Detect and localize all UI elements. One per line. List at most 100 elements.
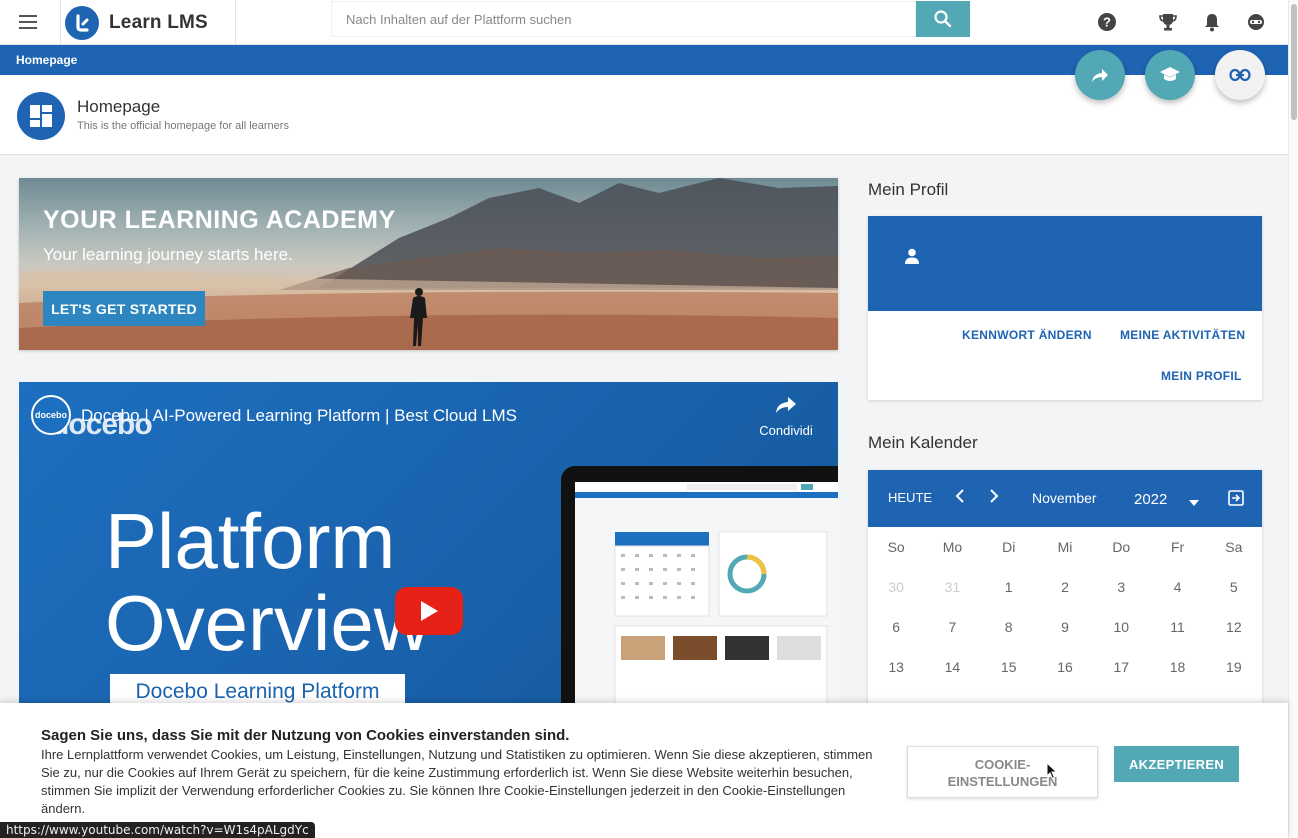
banner-subtitle: Your learning journey starts here. xyxy=(43,245,293,264)
calendar-day[interactable]: 1 xyxy=(981,579,1037,595)
export-calendar-button[interactable] xyxy=(1228,490,1244,509)
calendar-day[interactable]: 11 xyxy=(1149,619,1205,635)
cookie-settings-label-line1: COOKIE- xyxy=(974,757,1031,772)
calendar-section-title: Mein Kalender xyxy=(868,433,978,452)
calendar-day[interactable]: 15 xyxy=(981,659,1037,675)
mouse-cursor-icon xyxy=(1046,761,1058,785)
week-row: 6 7 8 9 10 11 12 xyxy=(868,607,1262,647)
calendar-day[interactable]: 8 xyxy=(981,619,1037,635)
weekday-label: Sa xyxy=(1225,539,1243,555)
top-bar: Learn LMS ? xyxy=(0,0,1288,45)
cookie-settings-label-line2: EINSTELLUNGEN xyxy=(947,774,1058,789)
breadcrumb-item-homepage[interactable]: Homepage xyxy=(16,53,77,67)
hero-banner: YOUR LEARNING ACADEMY Your learning jour… xyxy=(19,178,838,350)
change-password-link[interactable]: KENNWORT ÄNDERN xyxy=(962,328,1092,342)
calendar-day[interactable]: 30 xyxy=(868,579,924,595)
laptop-screen xyxy=(575,482,838,712)
cookie-text: Ihre Lernplattform verwendet Cookies, um… xyxy=(41,747,873,816)
calendar-day[interactable]: 9 xyxy=(1037,619,1093,635)
calendar-day[interactable]: 31 xyxy=(924,579,980,595)
chevron-down-icon[interactable] xyxy=(1188,494,1200,510)
calendar-day[interactable]: 3 xyxy=(1093,579,1149,595)
page-scrollbar[interactable] xyxy=(1288,0,1298,838)
calendar-day[interactable]: 13 xyxy=(868,659,924,675)
weekday-label: So xyxy=(887,539,905,555)
copy-link-fab-button[interactable] xyxy=(1215,50,1265,100)
year-select[interactable]: 2022 xyxy=(1134,491,1167,508)
accept-cookies-button[interactable]: AKZEPTIEREN xyxy=(1114,746,1239,782)
calendar-day[interactable]: 12 xyxy=(1206,619,1262,635)
chevron-right-icon xyxy=(990,489,999,503)
calendar-day[interactable]: 17 xyxy=(1093,659,1149,675)
laptop-mockup xyxy=(561,466,838,712)
dashboard-mockup xyxy=(575,482,838,707)
link-icon xyxy=(1229,68,1251,82)
search-input[interactable] xyxy=(331,1,916,37)
search-button[interactable] xyxy=(916,1,970,37)
profile-card: KENNWORT ÄNDERN MEINE AKTIVITÄTEN MEIN P… xyxy=(868,216,1262,400)
calendar-day[interactable]: 10 xyxy=(1093,619,1149,635)
prev-month-button[interactable] xyxy=(954,488,966,507)
channel-avatar[interactable]: docebo xyxy=(31,395,71,435)
user-icon xyxy=(905,248,919,264)
week-row: 30 31 1 2 3 4 5 xyxy=(868,567,1262,607)
today-button[interactable]: HEUTE xyxy=(888,490,932,505)
cookie-title: Sagen Sie uns, dass Sie mit der Nutzung … xyxy=(41,727,570,744)
calendar-day[interactable]: 4 xyxy=(1149,579,1205,595)
video-title[interactable]: Docebo | AI-Powered Learning Platform | … xyxy=(81,406,517,426)
help-icon[interactable]: ? xyxy=(1094,9,1120,35)
week-row: 13 14 15 16 17 18 19 xyxy=(868,647,1262,687)
calendar-day[interactable]: 14 xyxy=(924,659,980,675)
my-profile-link[interactable]: MEIN PROFIL xyxy=(1161,369,1242,383)
calendar-day[interactable]: 19 xyxy=(1206,659,1262,675)
calendar-day[interactable]: 16 xyxy=(1037,659,1093,675)
weekday-label: Fr xyxy=(1170,539,1185,555)
weekday-row: So Mo Di Mi Do Fr Sa xyxy=(868,527,1262,567)
calendar-day[interactable]: 18 xyxy=(1149,659,1205,675)
scrollbar-thumb[interactable] xyxy=(1291,4,1297,120)
logo-mark-icon xyxy=(65,5,99,40)
enroll-fab-button[interactable] xyxy=(1145,50,1195,100)
bell-icon[interactable] xyxy=(1199,9,1225,35)
weekday-label: Di xyxy=(1002,539,1016,555)
weekday-label: Do xyxy=(1112,539,1131,555)
page-title: Homepage xyxy=(77,97,161,116)
search-icon xyxy=(934,10,952,28)
play-icon xyxy=(421,601,438,621)
my-activities-link[interactable]: MEINE AKTIVITÄTEN xyxy=(1120,328,1245,342)
share-arrow-icon xyxy=(1092,69,1108,82)
calendar-day[interactable]: 2 xyxy=(1037,579,1093,595)
share-arrow-icon xyxy=(776,397,796,413)
cookie-settings-button[interactable]: COOKIE- EINSTELLUNGEN xyxy=(907,746,1098,798)
hamburger-menu-icon[interactable] xyxy=(10,8,46,36)
logo[interactable]: Learn LMS xyxy=(60,0,236,45)
svg-text:?: ? xyxy=(1103,15,1111,30)
youtube-video-player[interactable]: docebo docebo Docebo | AI-Powered Learni… xyxy=(19,382,838,712)
graduation-cap-icon xyxy=(1160,67,1180,81)
calendar-day[interactable]: 7 xyxy=(924,619,980,635)
calendar-day[interactable]: 5 xyxy=(1206,579,1262,595)
avatar-icon[interactable] xyxy=(1243,9,1269,35)
calendar-day[interactable]: 6 xyxy=(868,619,924,635)
next-month-button[interactable] xyxy=(988,488,1000,507)
profile-card-header xyxy=(868,216,1262,311)
weekday-label: Mo xyxy=(942,539,963,555)
video-share-button[interactable]: Condividi xyxy=(754,394,818,438)
play-button[interactable] xyxy=(395,587,463,635)
share-label: Condividi xyxy=(759,423,813,438)
month-label: November xyxy=(1032,490,1097,506)
video-headline-line2: Overview xyxy=(105,579,431,667)
trophy-icon[interactable] xyxy=(1155,9,1181,35)
weekday-label: Mi xyxy=(1057,539,1073,555)
chevron-left-icon xyxy=(955,489,964,503)
video-headline-line1: Platform xyxy=(105,497,396,585)
logo-text: Learn LMS xyxy=(109,11,208,33)
profile-section-title: Mein Profil xyxy=(868,180,949,199)
share-fab-button[interactable] xyxy=(1075,50,1125,100)
get-started-button[interactable]: LET'S GET STARTED xyxy=(43,291,205,326)
cookie-consent-banner: Sagen Sie uns, dass Sie mit der Nutzung … xyxy=(0,703,1288,838)
exit-to-app-icon xyxy=(1228,490,1244,506)
calendar-widget: HEUTE November 2022 So Mo Di Mi Do Fr Sa… xyxy=(868,470,1262,720)
status-bar-url: https://www.youtube.com/watch?v=W1s4pALg… xyxy=(0,822,315,838)
dashboard-icon xyxy=(17,92,65,140)
